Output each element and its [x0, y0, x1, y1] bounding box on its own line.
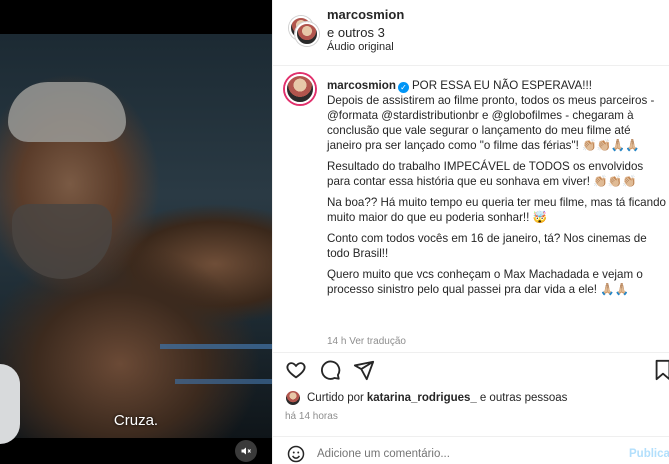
comment-bar: Publicar	[273, 436, 669, 464]
header-username[interactable]: marcosmion	[327, 7, 404, 22]
caption-paragraph: Quero muito que vcs conheçam o Max Macha…	[327, 268, 643, 296]
speaker-muted-icon[interactable]	[235, 440, 257, 462]
caption-paragraph: Conto com todos vocês em 16 de janeiro, …	[327, 232, 647, 260]
avatar[interactable]	[295, 22, 319, 46]
publish-button[interactable]: Publicar	[629, 448, 669, 460]
action-bar	[273, 352, 669, 384]
share-icon[interactable]	[353, 359, 375, 381]
comment-input[interactable]	[317, 445, 617, 463]
likes-summary[interactable]: Curtido por katarina_rodrigues_ e outras…	[285, 390, 567, 406]
header-collaborators[interactable]: e outros 3	[327, 25, 385, 40]
emoji-icon[interactable]	[287, 445, 305, 463]
video-subject-hair	[8, 82, 126, 142]
likes-prefix: Curtido por	[307, 392, 364, 404]
video-player[interactable]: Cruza.	[0, 0, 272, 464]
post-panel: marcosmion e outros 3 Áudio original mar…	[272, 0, 669, 464]
post-timestamp[interactable]: há 14 horas	[285, 411, 338, 422]
caption-paragraph: Depois de assistirem ao filme pronto, to…	[327, 94, 655, 152]
caption-paragraph: Resultado do trabalho IMPECÁVEL de TODOS…	[327, 160, 644, 188]
ring-rope	[160, 344, 272, 349]
post-header: marcosmion e outros 3 Áudio original	[273, 0, 669, 66]
likes-user[interactable]: katarina_rodrigues_	[367, 392, 477, 404]
caption-headline: POR ESSA EU NÃO ESPERAVA!!!	[411, 79, 592, 92]
post-caption: marcosmion ✓ POR ESSA EU NÃO ESPERAVA!!! D…	[273, 66, 669, 352]
caption-username[interactable]: marcosmion	[327, 79, 396, 92]
heart-icon[interactable]	[285, 359, 307, 381]
avatar	[285, 390, 301, 406]
video-subject-beard	[12, 204, 112, 279]
caption-meta[interactable]: 14 h Ver tradução	[327, 336, 406, 347]
caption-avatar[interactable]	[285, 74, 315, 104]
likes-suffix[interactable]: e outras pessoas	[480, 392, 568, 404]
verified-badge-icon: ✓	[397, 82, 409, 93]
audio-label[interactable]: Áudio original	[327, 41, 394, 53]
comment-icon[interactable]	[319, 359, 341, 381]
video-frame	[0, 34, 272, 444]
ring-rope	[175, 379, 272, 384]
boxing-glove	[0, 364, 20, 444]
caption-paragraph: Na boa?? Há muito tempo eu queria ter me…	[327, 196, 666, 224]
video-subtitle: Cruza.	[113, 412, 159, 429]
bookmark-icon[interactable]	[652, 359, 669, 381]
caption-text: marcosmion ✓ POR ESSA EU NÃO ESPERAVA!!! D…	[327, 78, 667, 303]
